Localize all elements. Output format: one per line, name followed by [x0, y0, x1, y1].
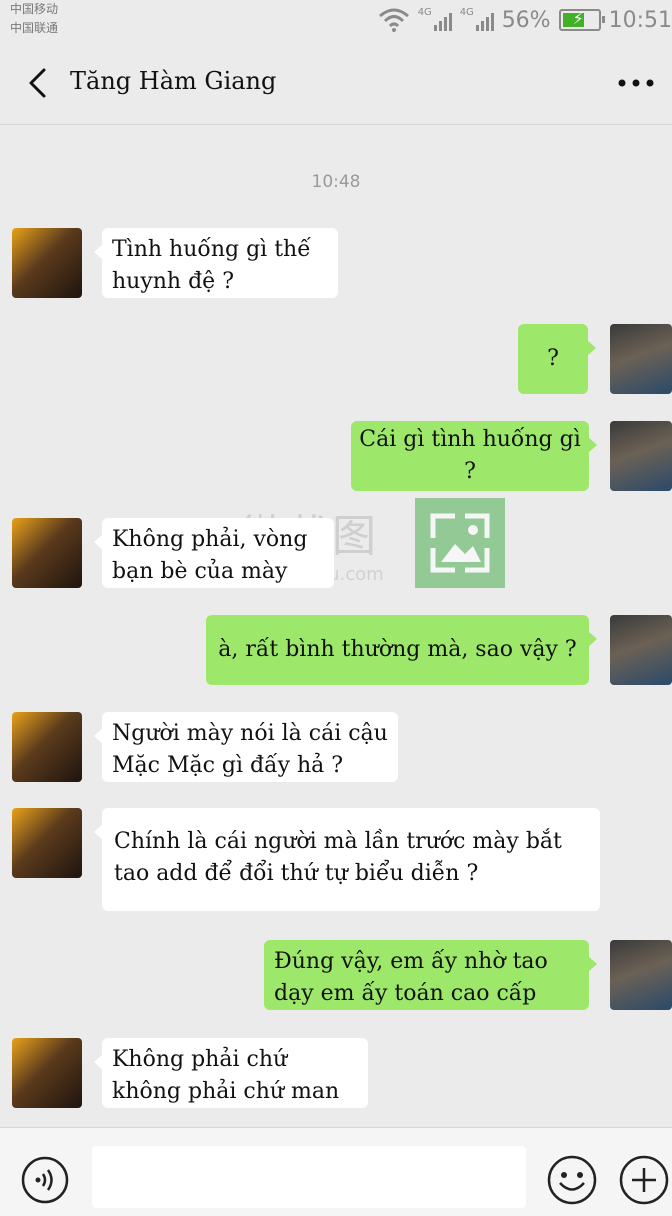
contact-avatar[interactable] — [12, 712, 82, 782]
chat-header: Tăng Hàm Giang — [0, 44, 672, 125]
message-bubble-sent[interactable]: à, rất bình thường mà, sao vậy ? — [206, 615, 597, 685]
status-indicators: 4G 4G 56% ⚡ 10:51 — [378, 4, 672, 36]
back-chevron-icon[interactable] — [22, 66, 56, 100]
my-avatar[interactable] — [610, 615, 672, 685]
message-text: ? — [547, 346, 559, 371]
message-bubble-sent[interactable]: Đúng vậy, em ấy nhờ tao dạy em ấy toán c… — [264, 940, 597, 1010]
message-text: à, rất bình thường mà, sao vậy ? — [218, 637, 577, 662]
message-text: Chính là cái người mà lần trước mày bắt … — [114, 829, 562, 886]
my-avatar[interactable] — [610, 324, 672, 394]
battery-charging-icon: ⚡ — [558, 9, 605, 31]
image-icon — [415, 498, 505, 588]
message-bubble-received[interactable]: Người mày nói là cái cậu Mặc Mặc gì đấy … — [94, 712, 398, 782]
message-text: Không phải chứ không phải chứ man — [112, 1047, 340, 1104]
status-bar: 中国移动 中国联通 4G 4G 56% ⚡ 10:51 — [0, 0, 672, 44]
voice-icon[interactable] — [20, 1155, 70, 1205]
message-text: Cái gì tình huống gì ? — [359, 427, 581, 484]
plus-icon[interactable] — [618, 1154, 670, 1206]
contact-avatar[interactable] — [12, 1038, 82, 1108]
message-text: Người mày nói là cái cậu Mặc Mặc gì đấy … — [112, 721, 388, 778]
message-bubble-received[interactable]: Tình huống gì thế huynh đệ ? — [94, 228, 338, 298]
emoji-icon[interactable] — [546, 1154, 598, 1206]
chat-title: Tăng Hàm Giang — [70, 67, 277, 95]
message-bubble-received[interactable]: Chính là cái người mà lần trước mày bắt … — [94, 808, 600, 911]
message-bubble-sent[interactable]: ? — [518, 324, 596, 394]
contact-avatar[interactable] — [12, 808, 82, 878]
battery-percent: 56% — [501, 7, 551, 33]
input-bar — [0, 1127, 672, 1216]
carrier-1: 中国移动 — [10, 2, 59, 16]
carrier-2: 中国联通 — [10, 21, 59, 35]
network-2: 4G — [459, 7, 474, 18]
wifi-icon — [378, 8, 409, 32]
clock: 10:51 — [608, 7, 672, 33]
message-text: Không phải, vòng bạn bè của mày — [112, 527, 308, 584]
message-bubble-sent[interactable]: Cái gì tình huống gì ? — [351, 421, 597, 491]
message-bubble-received[interactable]: Không phải, vòng bạn bè của mày — [94, 518, 334, 588]
message-input[interactable] — [92, 1146, 526, 1208]
message-bubble-received[interactable]: Không phải chứ không phải chứ man — [94, 1038, 368, 1108]
my-avatar[interactable] — [610, 940, 672, 1010]
contact-avatar[interactable] — [12, 228, 82, 298]
my-avatar[interactable] — [610, 421, 672, 491]
network-1: 4G — [417, 7, 432, 18]
more-dots-icon[interactable] — [614, 68, 658, 98]
chat-timestamp: 10:48 — [311, 172, 361, 192]
message-text: Đúng vậy, em ấy nhờ tao dạy em ấy toán c… — [274, 949, 548, 1006]
signal-1-icon: 4G — [418, 7, 452, 33]
signal-2-icon: 4G — [460, 7, 494, 33]
contact-avatar[interactable] — [12, 518, 82, 588]
message-text: Tình huống gì thế huynh đệ ? — [112, 237, 311, 294]
